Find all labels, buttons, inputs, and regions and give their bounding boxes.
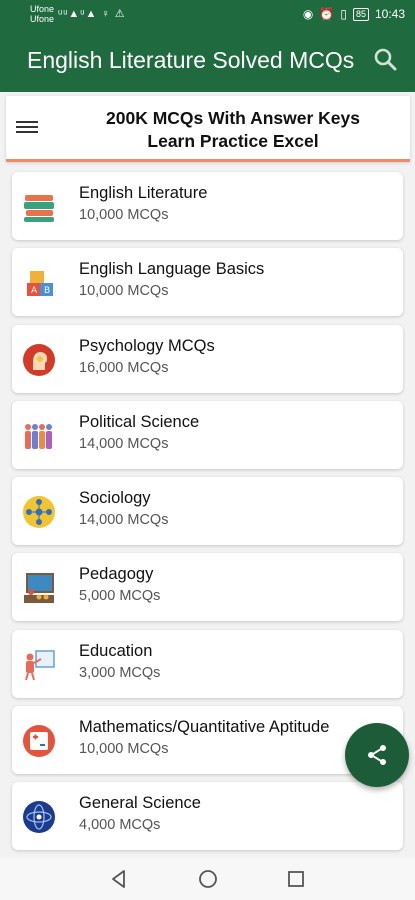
category-count: 14,000 MCQs xyxy=(79,512,169,529)
category-title: Mathematics/Quantitative Aptitude xyxy=(79,718,330,737)
eye-icon: ◉ xyxy=(302,7,314,21)
category-card-english-language-basics[interactable]: A B English Language Basics 10,000 MCQs xyxy=(12,248,403,317)
category-title: English Literature xyxy=(79,184,208,202)
category-count: 10,000 MCQs xyxy=(79,207,169,223)
category-title: General Science xyxy=(79,794,201,813)
clock: 10:43 xyxy=(374,7,405,21)
category-card-psychology[interactable]: Psychology MCQs 16,000 MCQs xyxy=(12,324,403,393)
head-lightbulb-icon xyxy=(21,342,57,378)
banner-text: 200K MCQs With Answer Keys Learn Practic… xyxy=(56,107,410,153)
search-icon[interactable] xyxy=(373,47,399,73)
svg-text:A: A xyxy=(31,286,38,296)
category-card-general-science[interactable]: General Science 4,000 MCQs xyxy=(12,782,403,851)
status-right: ◉ ⏰ ▯ 85 10:43 xyxy=(303,7,405,21)
app-bar: English Literature Solved MCQs xyxy=(0,30,415,92)
svg-text:B: B xyxy=(44,286,50,296)
recents-icon[interactable] xyxy=(285,868,307,890)
category-count: 16,000 MCQs xyxy=(79,359,169,376)
carrier-1: Ufone xyxy=(30,4,55,14)
vibrate-icon: ▯ xyxy=(340,7,347,21)
promo-banner: 200K MCQs With Answer Keys Learn Practic… xyxy=(6,96,410,162)
signal-icons: ᵘᵘ▲ᵘ▲ ♀ ⚠ xyxy=(58,7,126,20)
back-icon[interactable] xyxy=(108,868,130,890)
category-card-political-science[interactable]: Political Science 14,000 MCQs xyxy=(12,400,403,469)
menu-icon[interactable] xyxy=(16,118,38,138)
category-title: English Language Basics xyxy=(79,260,265,279)
share-icon xyxy=(368,745,386,765)
carrier-labels: Ufone Ufone xyxy=(30,4,54,24)
category-count: 4,000 MCQs xyxy=(79,817,161,834)
social-network-icon xyxy=(21,494,57,530)
category-count: 10,000 MCQs xyxy=(79,283,169,300)
category-card-sociology[interactable]: Sociology 14,000 MCQs xyxy=(12,477,403,546)
app-title: English Literature Solved MCQs xyxy=(27,47,355,73)
category-card-education[interactable]: Education 3,000 MCQs xyxy=(12,629,403,698)
category-title: Psychology MCQs xyxy=(79,336,215,355)
math-icon xyxy=(21,723,57,759)
signal-status-text: ᵘᵘ▲ᵘ▲ ♀ ⚠ xyxy=(58,8,126,20)
status-bar: Ufone Ufone ᵘᵘ▲ᵘ▲ ♀ ⚠ ◉ ⏰ ▯ 85 10:43 xyxy=(0,0,415,30)
battery-icon: 85 xyxy=(352,7,369,21)
category-count: 3,000 MCQs xyxy=(79,664,161,681)
category-title: Education xyxy=(79,641,153,660)
category-title: Sociology xyxy=(79,489,151,508)
share-button[interactable] xyxy=(345,723,409,787)
books-icon xyxy=(21,189,57,225)
system-nav-bar xyxy=(0,858,415,900)
teacher-board-icon xyxy=(21,647,57,683)
category-count: 14,000 MCQs xyxy=(79,435,169,452)
category-title: Pedagogy xyxy=(79,565,154,584)
category-count: 10,000 MCQs xyxy=(79,741,169,758)
people-group-icon xyxy=(21,418,57,454)
carrier-2: Ufone xyxy=(30,14,55,24)
banner-line-1: 200K MCQs With Answer Keys xyxy=(106,108,360,128)
alarm-icon: ⏰ xyxy=(319,7,335,21)
science-globe-icon xyxy=(21,799,57,835)
banner-line-2: Learn Practice Excel xyxy=(147,131,319,151)
category-count: 5,000 MCQs xyxy=(79,588,161,605)
category-card-mathematics[interactable]: Mathematics/Quantitative Aptitude 10,000… xyxy=(12,706,403,775)
category-title: Political Science xyxy=(79,412,200,431)
home-icon[interactable] xyxy=(197,868,219,890)
category-card-english-literature[interactable]: English Literature 10,000 MCQs xyxy=(12,172,403,240)
classroom-icon xyxy=(21,570,57,606)
category-card-pedagogy[interactable]: Pedagogy 5,000 MCQs xyxy=(12,553,403,622)
alphabet-blocks-icon: A B xyxy=(21,265,57,301)
